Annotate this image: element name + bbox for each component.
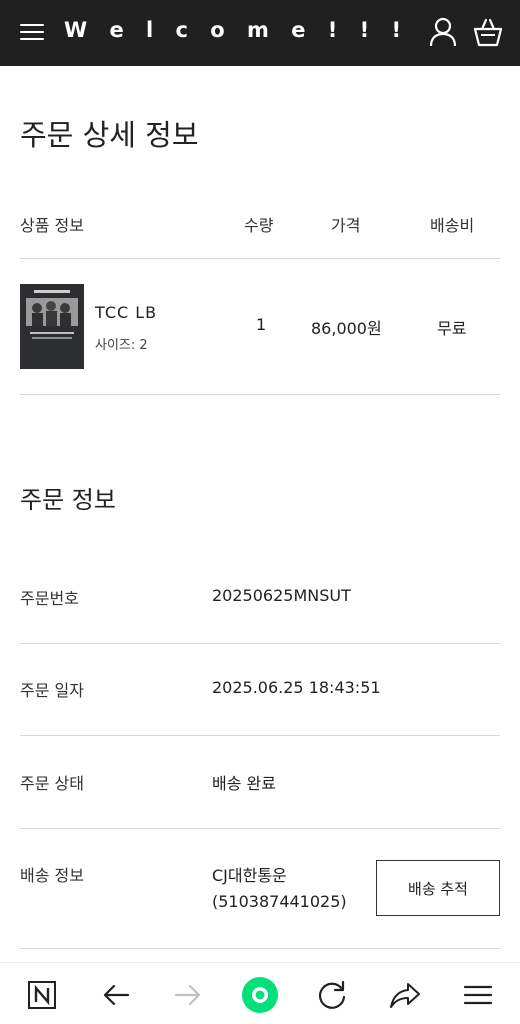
order-date-label: 주문 일자 bbox=[20, 681, 84, 700]
hamburger-menu-icon[interactable] bbox=[20, 22, 44, 42]
share-icon[interactable] bbox=[385, 975, 425, 1015]
page-title: 주문 상세 정보 bbox=[20, 118, 199, 152]
back-arrow-icon[interactable] bbox=[96, 975, 136, 1015]
divider bbox=[20, 394, 500, 395]
user-icon[interactable] bbox=[428, 16, 458, 48]
naver-n-icon[interactable] bbox=[22, 975, 62, 1015]
divider bbox=[20, 948, 500, 949]
order-date-value: 2025.06.25 18:43:51 bbox=[212, 678, 381, 697]
menu-icon[interactable] bbox=[458, 975, 498, 1015]
track-shipment-button[interactable]: 배송 추적 bbox=[376, 860, 500, 916]
order-status-label: 주문 상태 bbox=[20, 774, 84, 793]
header-quantity: 수량 bbox=[244, 216, 274, 235]
divider bbox=[20, 735, 500, 736]
order-number-value: 20250625MNSUT bbox=[212, 586, 351, 605]
product-option: 사이즈: 2 bbox=[95, 338, 148, 353]
browser-nav-bar bbox=[0, 962, 520, 1024]
product-thumbnail[interactable] bbox=[20, 284, 84, 369]
divider bbox=[20, 828, 500, 829]
divider bbox=[20, 643, 500, 644]
refresh-icon[interactable] bbox=[312, 975, 352, 1015]
forward-arrow-icon[interactable] bbox=[168, 975, 208, 1015]
order-number-label: 주문번호 bbox=[20, 589, 79, 608]
divider bbox=[20, 258, 500, 259]
tracking-number: (510387441025) bbox=[212, 892, 347, 911]
order-status-value: 배송 완료 bbox=[212, 774, 276, 793]
top-header: W e l c o m e ! ! ! bbox=[0, 0, 520, 66]
courier-name: CJ대한통운 bbox=[212, 866, 287, 885]
brand-logo[interactable]: W e l c o m e ! ! ! bbox=[64, 18, 409, 42]
product-shipping-fee: 무료 bbox=[437, 319, 467, 338]
home-dot-icon[interactable] bbox=[240, 975, 280, 1015]
product-price: 86,000원 bbox=[311, 319, 382, 338]
header-product-info: 상품 정보 bbox=[20, 216, 84, 235]
header-shipping: 배송비 bbox=[430, 216, 475, 235]
header-price: 가격 bbox=[331, 216, 361, 235]
shipping-info-label: 배송 정보 bbox=[20, 866, 84, 885]
product-quantity: 1 bbox=[256, 315, 267, 334]
product-name[interactable]: TCC LB bbox=[95, 303, 157, 322]
order-info-title: 주문 정보 bbox=[20, 486, 116, 514]
shopping-basket-icon[interactable] bbox=[472, 16, 503, 48]
